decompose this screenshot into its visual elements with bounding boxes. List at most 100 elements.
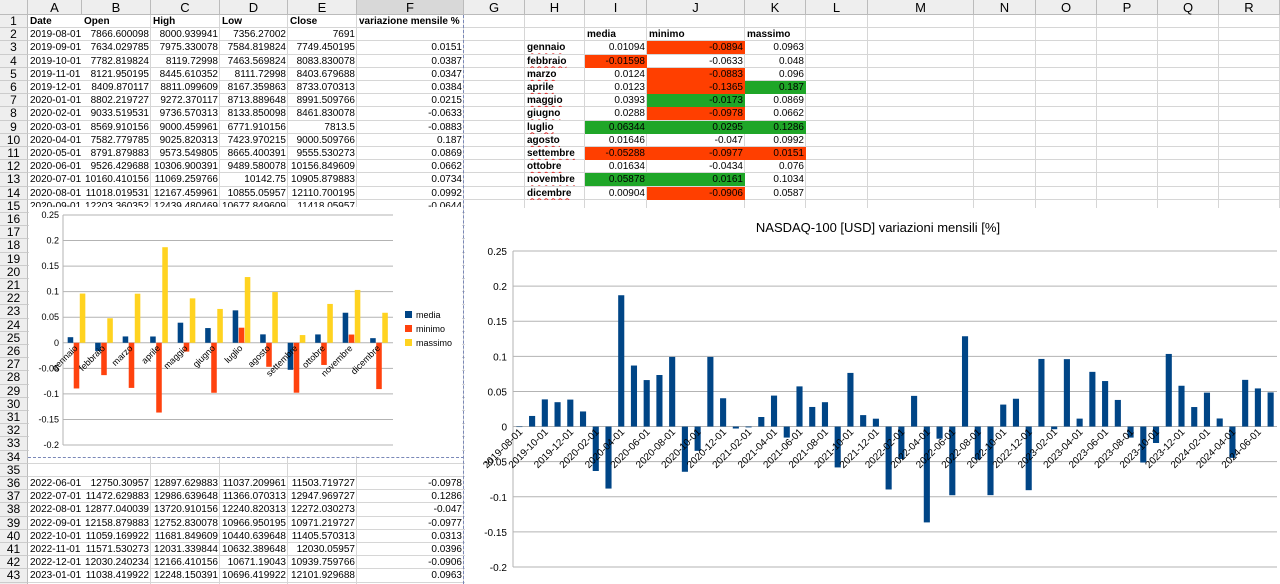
row-header[interactable]: 12	[0, 160, 28, 174]
data-cell[interactable]: 12947.969727	[288, 490, 357, 503]
data-cell[interactable]: 11018.019531	[82, 187, 151, 200]
data-cell[interactable]: 10939.759766	[288, 556, 357, 569]
data-cell[interactable]: 9033.519531	[82, 107, 151, 120]
column-header-g[interactable]: G	[464, 0, 525, 15]
summary-header-media[interactable]: media	[585, 28, 647, 41]
data-cell[interactable]: 8991.509766	[288, 94, 357, 107]
data-cell[interactable]: 7691	[288, 28, 357, 41]
data-cell[interactable]: 11038.419922	[82, 569, 151, 582]
summary-minimo-cell[interactable]: -0.0173	[647, 94, 745, 108]
data-cell[interactable]: 0.0387	[357, 55, 464, 68]
data-cell[interactable]: 10971.219727	[288, 517, 357, 530]
row-header[interactable]: 10	[0, 133, 28, 147]
data-cell[interactable]: -0.0978	[357, 477, 464, 490]
row-header[interactable]: 20	[0, 265, 28, 279]
summary-massimo-cell[interactable]: 0.096	[745, 68, 806, 81]
summary-month-label[interactable]: febbraio	[525, 55, 585, 68]
data-cell[interactable]: -0.0906	[357, 556, 464, 569]
data-cell[interactable]: 0.187	[357, 134, 464, 147]
summary-massimo-cell[interactable]: 0.0662	[745, 107, 806, 120]
data-cell[interactable]: 10855.05957	[220, 187, 288, 200]
summary-massimo-cell[interactable]: 0.0587	[745, 187, 806, 200]
summary-media-cell[interactable]: 0.0288	[585, 107, 647, 120]
data-cell[interactable]: 8167.359863	[220, 81, 288, 94]
data-cell[interactable]: 8569.910156	[82, 121, 151, 134]
row-header[interactable]: 17	[0, 226, 28, 240]
data-cell[interactable]: 12158.879883	[82, 517, 151, 530]
data-cell[interactable]: 0.0963	[357, 569, 464, 582]
data-cell[interactable]: 13720.910156	[151, 503, 220, 516]
data-cell[interactable]: 8000.939941	[151, 28, 220, 41]
data-cell[interactable]: 12897.629883	[151, 477, 220, 490]
data-cell[interactable]: 2022-07-01	[28, 490, 82, 503]
data-cell[interactable]: 2020-01-01	[28, 94, 82, 107]
data-cell[interactable]: 2023-01-01	[28, 569, 82, 582]
data-cell[interactable]: 12110.700195	[288, 187, 357, 200]
data-cell[interactable]: 10905.879883	[288, 173, 357, 186]
data-cell[interactable]: 11059.169922	[82, 530, 151, 543]
column-header-i[interactable]: I	[585, 0, 647, 15]
summary-month-label[interactable]: agosto	[525, 134, 585, 147]
data-cell[interactable]: 12877.040039	[82, 503, 151, 516]
data-cell[interactable]: 8811.099609	[151, 81, 220, 94]
summary-minimo-cell[interactable]: -0.0906	[647, 186, 745, 200]
data-cell[interactable]: 8119.72998	[151, 55, 220, 68]
row-header[interactable]: 25	[0, 331, 28, 345]
row-header[interactable]: 19	[0, 252, 28, 266]
data-cell[interactable]: 12030.05957	[288, 543, 357, 556]
data-cell[interactable]: -0.0633	[357, 107, 464, 120]
row-header[interactable]: 43	[0, 569, 28, 583]
row-header[interactable]: 29	[0, 384, 28, 398]
data-cell[interactable]: 10440.639648	[220, 530, 288, 543]
summary-media-cell[interactable]: 0.00904	[585, 187, 647, 200]
summary-month-label[interactable]: marzo	[525, 68, 585, 81]
header-cell-low[interactable]: Low	[220, 15, 288, 28]
summary-media-cell[interactable]: 0.0124	[585, 68, 647, 81]
column-header-h[interactable]: H	[525, 0, 585, 15]
data-cell[interactable]: 11366.070313	[220, 490, 288, 503]
column-header-k[interactable]: K	[745, 0, 806, 15]
data-cell[interactable]: 9000.459961	[151, 121, 220, 134]
summary-month-label[interactable]: luglio	[525, 121, 585, 134]
header-cell-var[interactable]: variazione mensile %	[357, 15, 467, 28]
summary-media-cell[interactable]: 0.01094	[585, 41, 647, 54]
row-header[interactable]: 30	[0, 397, 28, 411]
row-header[interactable]: 24	[0, 318, 28, 332]
data-cell[interactable]	[357, 28, 464, 41]
data-cell[interactable]: 7813.5	[288, 121, 357, 134]
row-header[interactable]: 8	[0, 107, 28, 121]
header-cell-open[interactable]: Open	[82, 15, 151, 28]
column-header-l[interactable]: L	[806, 0, 868, 15]
summary-minimo-cell[interactable]: -0.0633	[647, 55, 745, 68]
summary-header-minimo[interactable]: minimo	[647, 28, 745, 41]
summary-minimo-cell[interactable]: -0.1365	[647, 81, 745, 94]
data-cell[interactable]: 11503.719727	[288, 477, 357, 490]
data-cell[interactable]: 7582.779785	[82, 134, 151, 147]
column-header-a[interactable]: A	[28, 0, 82, 15]
data-cell[interactable]: 8133.850098	[220, 107, 288, 120]
summary-media-cell[interactable]: -0.01598	[585, 54, 647, 68]
data-cell[interactable]: 12166.410156	[151, 556, 220, 569]
row-header[interactable]: 42	[0, 556, 28, 570]
row-header[interactable]: 28	[0, 371, 28, 385]
data-cell[interactable]: 12030.240234	[82, 556, 151, 569]
data-cell[interactable]: 2019-12-01	[28, 81, 82, 94]
data-cell[interactable]: 2019-09-01	[28, 41, 82, 54]
data-cell[interactable]: 8713.889648	[220, 94, 288, 107]
row-header[interactable]: 23	[0, 305, 28, 319]
data-cell[interactable]: 0.0992	[357, 187, 464, 200]
data-cell[interactable]: 8111.72998	[220, 68, 288, 81]
data-cell[interactable]: 12167.459961	[151, 187, 220, 200]
column-header-e[interactable]: E	[288, 0, 357, 15]
summary-minimo-cell[interactable]: 0.0295	[647, 120, 745, 134]
monthly-stats-chart[interactable]: -0.2 -0.15 -0.1 -0.05 0 0.05 0.1 0.15 0.2 0.25 gen…	[29, 207, 462, 456]
data-cell[interactable]: 2020-04-01	[28, 134, 82, 147]
data-cell[interactable]: 9736.570313	[151, 107, 220, 120]
column-header-j[interactable]: J	[647, 0, 745, 15]
summary-massimo-cell[interactable]: 0.1034	[745, 173, 806, 186]
row-header[interactable]: 18	[0, 239, 28, 253]
summary-media-cell[interactable]: 0.0123	[585, 81, 647, 94]
select-all-corner[interactable]	[0, 0, 28, 15]
row-header[interactable]: 37	[0, 490, 28, 504]
data-cell[interactable]: 10306.900391	[151, 160, 220, 173]
